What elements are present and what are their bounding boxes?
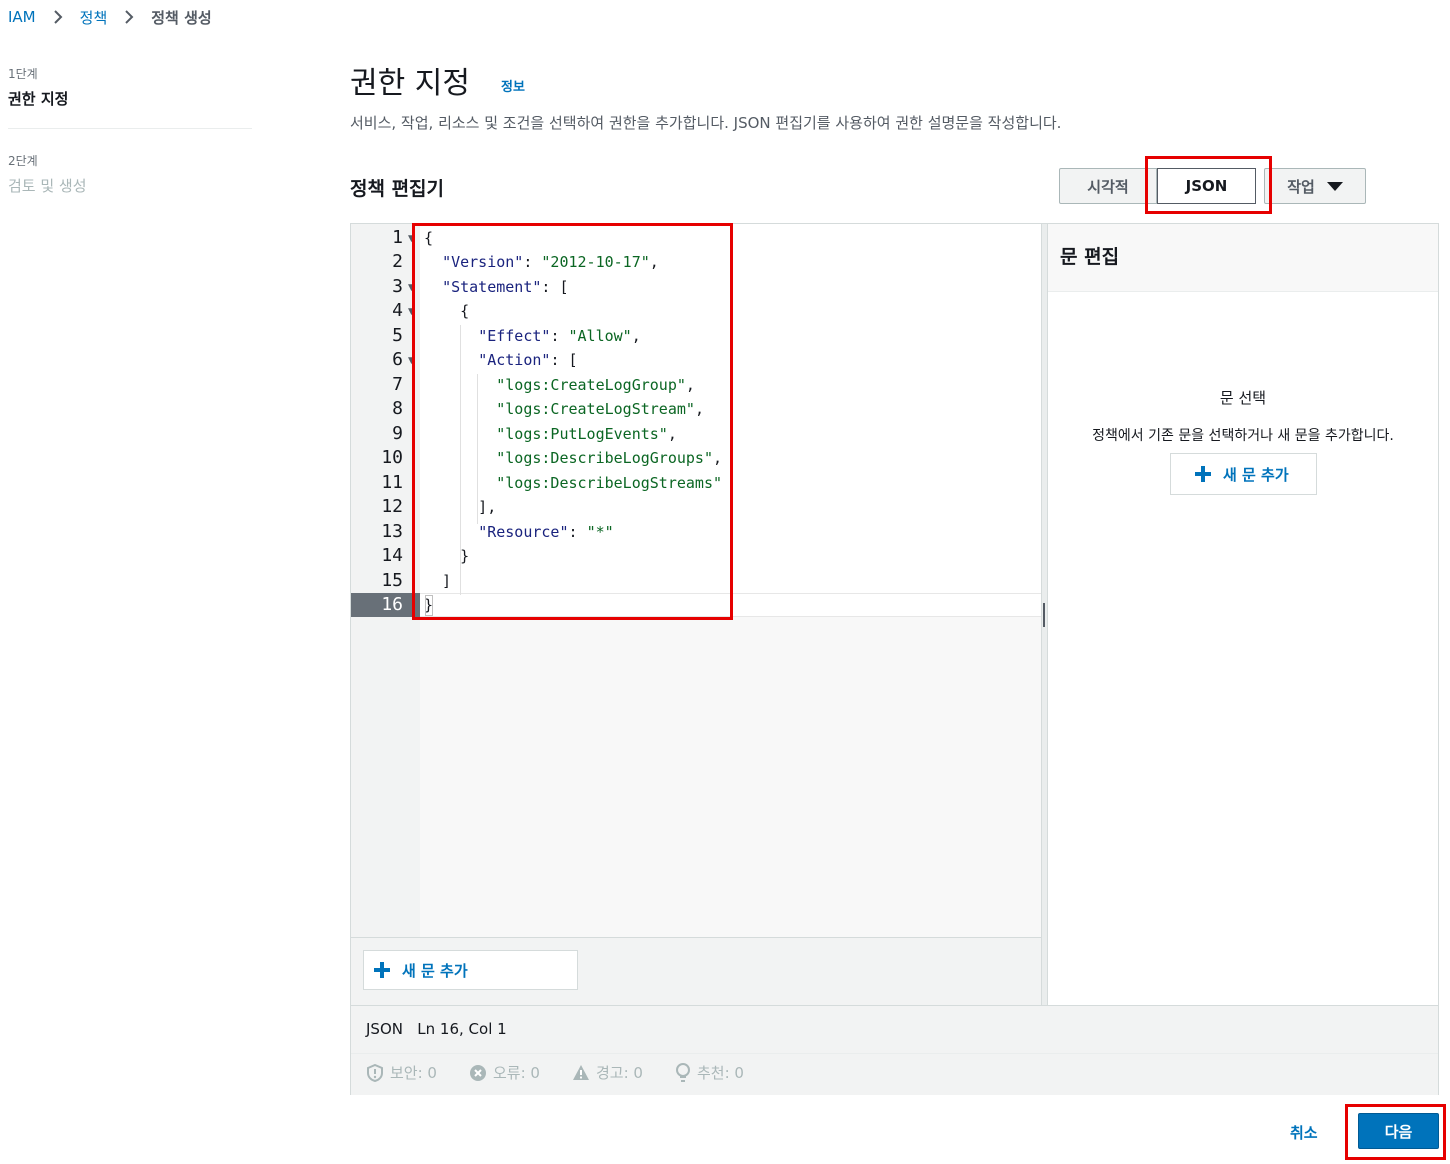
json-key: "Version" (442, 253, 524, 271)
line-number: 4 (392, 300, 403, 321)
select-statement-description: 정책에서 기존 문을 선택하거나 새 문을 추가합니다. (1092, 428, 1394, 444)
editor-status-bar (351, 1005, 1438, 1053)
info-link[interactable]: 정보 (501, 76, 525, 95)
plus-icon (374, 962, 390, 978)
json-code[interactable]: { "Version": "2012-10-17", "Statement": … (420, 224, 1041, 616)
json-value: "logs:PutLogEvents" (496, 425, 668, 443)
suggestions-count: 추천: 0 (697, 1064, 744, 1082)
select-statement-title: 문 선택 (1219, 389, 1267, 407)
error-x-icon (470, 1064, 486, 1081)
json-value: "2012-10-17" (541, 253, 650, 271)
json-key: "Resource" (478, 523, 569, 541)
plus-icon (1195, 466, 1211, 482)
json-value: "logs:DescribeLogGroups" (496, 449, 713, 467)
line-number-active: 16 (381, 594, 403, 615)
fold-caret-icon[interactable]: ▼ (408, 283, 415, 293)
line-number: 14 (381, 545, 403, 566)
breadcrumb-current: 정책 생성 (151, 8, 212, 27)
breadcrumb: IAM 정책 정책 생성 (8, 6, 212, 28)
step-2-number: 2단계 (8, 154, 38, 168)
fold-caret-icon[interactable]: ▼ (408, 307, 415, 317)
status-language: JSON (366, 1020, 403, 1038)
code-area-empty[interactable] (420, 617, 1041, 937)
next-button[interactable]: 다음 (1358, 1113, 1439, 1149)
visual-mode-button[interactable]: 시각적 (1059, 168, 1157, 204)
line-number-gutter: 1 2 3 4 5 6 7 8 9 10 11 12 13 14 15 16 ▼… (351, 224, 420, 937)
json-value: "logs:CreateLogGroup" (496, 376, 686, 394)
line-number: 7 (392, 374, 403, 395)
panel-add-statement-button[interactable]: 새 문 추가 (1170, 453, 1317, 495)
breadcrumb-iam-link[interactable]: IAM (8, 8, 36, 26)
json-value: "logs:DescribeLogStreams" (496, 474, 723, 492)
step-1-number: 1단계 (8, 67, 38, 81)
line-number: 10 (381, 447, 403, 468)
line-number: 3 (392, 276, 403, 297)
json-value: "*" (586, 523, 614, 541)
page-description: 서비스, 작업, 리소스 및 조건을 선택하여 권한을 추가합니다. JSON … (350, 114, 1062, 132)
add-statement-button[interactable]: 새 문 추가 (363, 950, 578, 990)
line-number: 6 (392, 349, 403, 370)
step-2-title: 검토 및 생성 (8, 177, 87, 195)
shield-icon (367, 1063, 383, 1082)
json-value: "Allow" (568, 327, 632, 345)
status-position: Ln 16, Col 1 (417, 1020, 507, 1038)
line-number: 8 (392, 398, 403, 419)
json-key: "Action" (478, 351, 551, 369)
json-value: "logs:CreateLogStream" (496, 400, 695, 418)
warnings-count: 경고: 0 (596, 1064, 643, 1082)
json-mode-button[interactable]: JSON (1157, 168, 1256, 204)
splitter-grip[interactable] (1043, 603, 1045, 627)
line-number: 13 (381, 521, 403, 542)
actions-dropdown-button[interactable]: 작업 (1264, 168, 1366, 204)
add-statement-label: 새 문 추가 (402, 961, 468, 980)
line-number: 11 (381, 472, 403, 493)
fold-caret-icon[interactable]: ▼ (408, 234, 415, 244)
line-number: 5 (392, 325, 403, 346)
warning-icon (573, 1064, 589, 1080)
cancel-button[interactable]: 취소 (1290, 1122, 1318, 1143)
caret-down-icon (1326, 181, 1343, 191)
chevron-right-icon (125, 10, 134, 24)
actions-dropdown-label: 작업 (1287, 177, 1315, 196)
chevron-right-icon (53, 10, 63, 24)
json-key: "Effect" (478, 327, 551, 345)
policy-editor-title: 정책 편집기 (350, 178, 445, 200)
line-number: 1 (392, 227, 403, 248)
json-key: "Statement" (442, 278, 542, 296)
errors-count: 오류: 0 (493, 1064, 540, 1082)
step-divider (8, 128, 252, 129)
line-number: 12 (381, 496, 403, 517)
bracket-match-marker (425, 595, 433, 616)
step-1-title[interactable]: 권한 지정 (8, 88, 68, 109)
statement-panel-title: 문 편집 (1060, 246, 1120, 268)
errors-metric[interactable]: 오류: 0 (469, 1062, 540, 1083)
security-count: 보안: 0 (390, 1064, 437, 1082)
line-number: 15 (381, 570, 403, 591)
lightbulb-icon (676, 1062, 690, 1082)
fold-caret-icon[interactable]: ▼ (408, 356, 415, 366)
warnings-metric[interactable]: 경고: 0 (572, 1062, 643, 1083)
line-number: 9 (392, 423, 403, 444)
status-cursor-info: JSON Ln 16, Col 1 (366, 1020, 507, 1038)
suggestions-metric[interactable]: 추천: 0 (675, 1062, 744, 1083)
security-metric[interactable]: 보안: 0 (366, 1062, 437, 1083)
breadcrumb-policies-link[interactable]: 정책 (80, 7, 108, 28)
line-number: 2 (392, 251, 403, 272)
panel-add-statement-label: 새 문 추가 (1223, 465, 1289, 484)
page-title: 권한 지정 (350, 66, 470, 101)
